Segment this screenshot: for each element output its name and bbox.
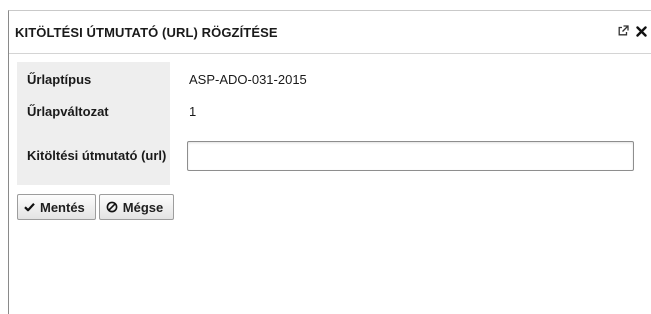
- form-row-urlapvaltozat: Űrlapváltozat 1: [17, 96, 643, 126]
- form-row-url: Kitöltési útmutató (url): [17, 126, 643, 185]
- button-row: Mentés Mégse: [17, 194, 175, 220]
- form-label: Űrlapváltozat: [17, 96, 170, 126]
- form-table: Űrlaptípus ASP-ADO-031-2015 Űrlapváltoza…: [17, 62, 643, 185]
- dialog-titlebar: KITÖLTÉSI ÚTMUTATÓ (URL) RÖGZÍTÉSE: [9, 11, 651, 54]
- dialog-title: KITÖLTÉSI ÚTMUTATÓ (URL) RÖGZÍTÉSE: [15, 25, 278, 40]
- external-link-icon[interactable]: [615, 22, 631, 40]
- dialog-actions: [615, 22, 649, 40]
- cancel-button[interactable]: Mégse: [98, 194, 175, 220]
- form-value: 1: [189, 103, 197, 119]
- save-button-label: Mentés: [40, 199, 85, 215]
- save-button[interactable]: Mentés: [17, 194, 96, 220]
- form-value: ASP-ADO-031-2015: [189, 71, 307, 87]
- form-label: Kitöltési útmutató (url): [17, 126, 170, 185]
- close-icon[interactable]: [633, 22, 649, 40]
- form-label: Űrlaptípus: [17, 62, 170, 96]
- url-input[interactable]: [187, 140, 634, 171]
- ban-icon: [106, 201, 118, 213]
- form-row-urlaptipus: Űrlaptípus ASP-ADO-031-2015: [17, 62, 643, 96]
- dialog: KITÖLTÉSI ÚTMUTATÓ (URL) RÖGZÍTÉSE Űrlap…: [8, 10, 651, 314]
- cancel-button-label: Mégse: [122, 199, 164, 215]
- form-value-cell: [170, 126, 643, 185]
- check-icon: [24, 202, 35, 212]
